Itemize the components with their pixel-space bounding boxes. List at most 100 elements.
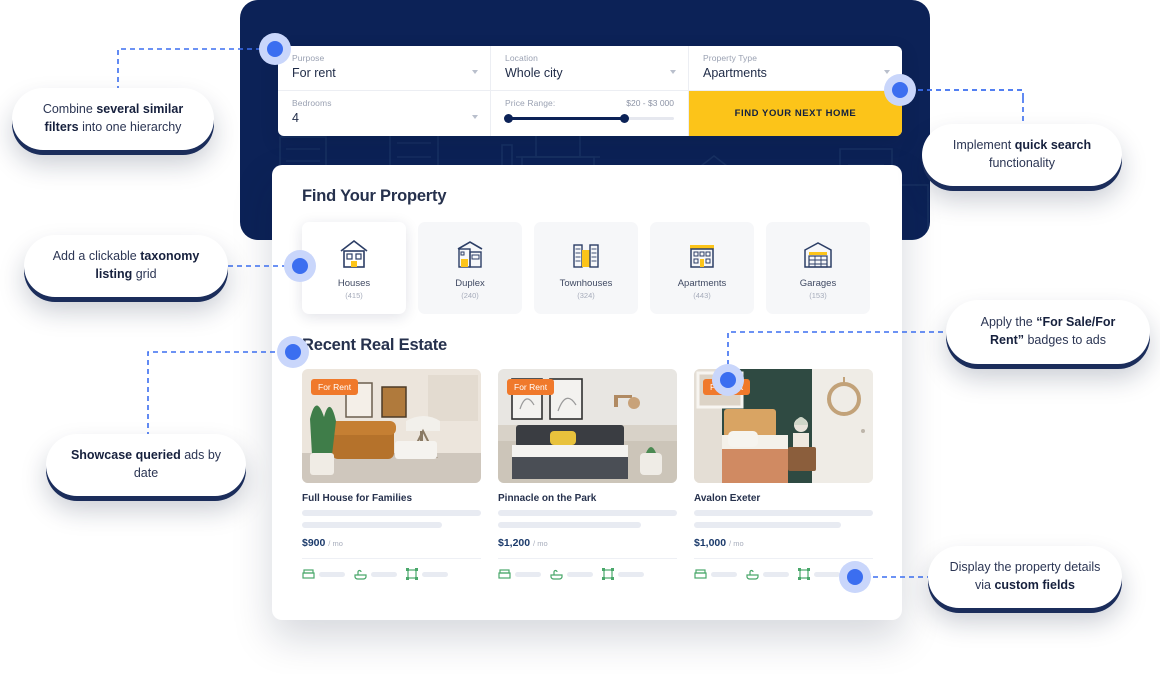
connector-dot-custom-fields[interactable]: [847, 569, 863, 585]
filter-location-label: Location: [505, 53, 538, 63]
search-filter-bar: Purpose For rent Location Whole city Pro…: [278, 46, 902, 136]
taxonomy-item-townhouses[interactable]: Townhouses (324): [534, 222, 638, 314]
filter-purpose-value: For rent: [292, 66, 336, 80]
taxonomy-label: Townhouses: [559, 277, 613, 289]
bath-icon: [354, 569, 397, 580]
filter-property-type-label: Property Type: [703, 53, 758, 63]
listing-title: Pinnacle on the Park: [498, 493, 597, 504]
filter-bedrooms-label: Bedrooms: [292, 98, 332, 108]
listing-card[interactable]: For Rent: [694, 369, 873, 580]
taxonomy-label: Garages: [799, 277, 837, 289]
listing-title: Avalon Exeter: [694, 493, 761, 504]
listing-card[interactable]: For Rent: [498, 369, 677, 580]
description-placeholder: [498, 510, 677, 516]
taxonomy-label: Duplex: [455, 277, 485, 289]
taxonomy-item-garages[interactable]: Garages (153): [766, 222, 870, 314]
townhouse-icon: [569, 237, 603, 271]
callout-quick-search[interactable]: Implement quick search functionality: [922, 124, 1122, 186]
bedroom-photo: For Rent: [498, 369, 677, 483]
taxonomy-listing-grid: Houses (415) Duplex (240) Townhouses (32…: [302, 222, 872, 314]
filter-property-type[interactable]: Property Type Apartments: [689, 46, 902, 91]
callout-text-bold: quick search: [1014, 138, 1092, 153]
price-range-min-handle[interactable]: [504, 114, 513, 123]
description-placeholder: [302, 510, 481, 516]
description-placeholder: [694, 510, 873, 516]
connector-dot-badges[interactable]: [720, 372, 736, 388]
callout-text-pre: Implement: [952, 138, 1015, 153]
duplex-icon: [453, 237, 487, 271]
bath-icon: [550, 569, 593, 580]
chevron-down-icon[interactable]: [472, 70, 478, 74]
filter-price-range[interactable]: Price Range: $20 - $3 000: [491, 91, 689, 136]
taxonomy-label: Apartments: [677, 277, 727, 289]
bath-icon: [746, 569, 789, 580]
bed-icon: [694, 568, 737, 580]
callout-text-post: badges to ads: [1024, 333, 1107, 347]
taxonomy-count: (324): [577, 290, 595, 300]
callout-text-post: grid: [132, 267, 157, 281]
filter-purpose-label: Purpose: [292, 53, 325, 63]
taxonomy-count: (240): [461, 290, 479, 300]
garage-icon: [801, 237, 835, 271]
area-icon: [602, 568, 644, 580]
price-range-label: Price Range:: [505, 98, 556, 108]
recent-real-estate-title: Recent Real Estate: [302, 336, 447, 354]
property-content-card: Find Your Property Houses (415) Duplex (…: [272, 165, 902, 620]
find-property-title: Find Your Property: [302, 187, 447, 205]
listing-meta: [302, 558, 481, 580]
listing-price: $1,000 / mo: [694, 537, 744, 549]
filter-bedrooms-value: 4: [292, 111, 299, 125]
price-range-max-handle[interactable]: [619, 114, 629, 123]
connector-dot-quick-search[interactable]: [892, 82, 908, 98]
taxonomy-count: (153): [809, 290, 827, 300]
annotated-ui-mockup: Purpose For rent Location Whole city Pro…: [0, 0, 1160, 674]
price-range-value: $20 - $3 000: [626, 98, 674, 108]
area-icon: [798, 568, 840, 580]
living-room-photo: For Rent: [302, 369, 481, 483]
status-badge: For Rent: [311, 379, 359, 395]
callout-text-pre: Add a clickable: [52, 249, 141, 264]
callout-rent-badges[interactable]: Apply the “For Sale/For Rent” badges to …: [946, 300, 1150, 364]
connector-dot-taxonomy[interactable]: [292, 258, 308, 274]
filter-bedrooms[interactable]: Bedrooms 4: [278, 91, 491, 136]
description-placeholder: [694, 522, 841, 528]
taxonomy-item-duplex[interactable]: Duplex (240): [418, 222, 522, 314]
callout-taxonomy-grid[interactable]: Add a clickable taxonomy listing grid: [24, 235, 228, 297]
house-icon: [337, 237, 371, 271]
description-placeholder: [302, 522, 442, 528]
callout-text-bold: Showcase queried: [70, 448, 181, 463]
listing-title: Full House for Families: [302, 493, 413, 504]
listing-meta: [498, 558, 677, 580]
callout-text-pre: Apply the: [980, 315, 1037, 330]
recent-listings: For Rent Full House for Families $900 / …: [302, 369, 873, 580]
chevron-down-icon[interactable]: [670, 70, 676, 74]
area-icon: [406, 568, 448, 580]
callout-text-pre: Combine: [42, 102, 97, 117]
taxonomy-count: (415): [345, 290, 363, 300]
listing-price: $1,200 / mo: [498, 537, 548, 549]
callout-queried-ads[interactable]: Showcase queried ads by date: [46, 434, 246, 496]
connector-dot-recent[interactable]: [285, 344, 301, 360]
taxonomy-item-houses[interactable]: Houses (415): [302, 222, 406, 314]
filter-location-value: Whole city: [505, 66, 563, 80]
chevron-down-icon[interactable]: [472, 115, 478, 119]
callout-filters-hierarchy[interactable]: Combine several similar filters into one…: [12, 88, 214, 150]
callout-text-post: functionality: [988, 156, 1055, 170]
find-your-next-home-button[interactable]: FIND YOUR NEXT HOME: [689, 91, 902, 136]
description-placeholder: [498, 522, 642, 528]
listing-card[interactable]: For Rent: [302, 369, 481, 580]
price-range-fill: [505, 117, 624, 120]
callout-text-post: into one hierarchy: [78, 120, 182, 134]
apartment-icon: [685, 237, 719, 271]
taxonomy-label: Houses: [337, 277, 371, 289]
connector-dot-filters[interactable]: [267, 41, 283, 57]
status-badge: For Rent: [507, 379, 555, 395]
filter-purpose[interactable]: Purpose For rent: [278, 46, 491, 91]
taxonomy-item-apartments[interactable]: Apartments (443): [650, 222, 754, 314]
bed-icon: [498, 568, 541, 580]
price-range-slider[interactable]: [504, 114, 674, 123]
bed-icon: [302, 568, 345, 580]
filter-location[interactable]: Location Whole city: [491, 46, 689, 91]
chevron-down-icon[interactable]: [884, 70, 890, 74]
callout-custom-fields[interactable]: Display the property details via custom …: [928, 546, 1122, 608]
